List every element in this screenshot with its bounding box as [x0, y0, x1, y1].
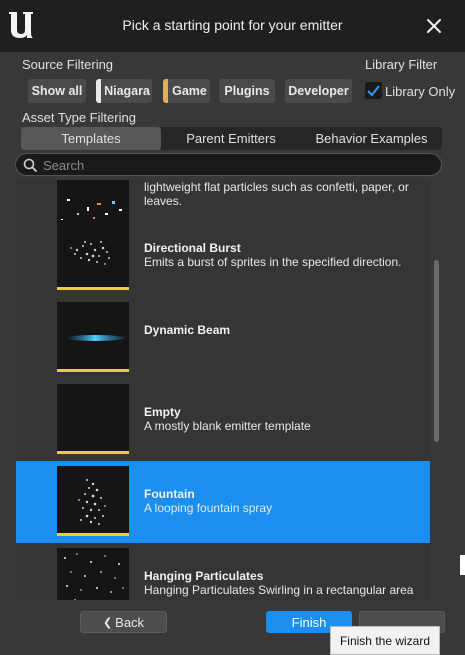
- list-scrollbar-thumb[interactable]: [434, 260, 439, 442]
- search-box: [15, 153, 442, 176]
- source-filtering-label: Source Filtering: [22, 57, 114, 72]
- game-color-stripe: [163, 79, 168, 103]
- emitter-description: Emits a burst of sprites in the specifie…: [144, 255, 402, 269]
- tab-behavior-examples[interactable]: Behavior Examples: [301, 127, 442, 150]
- unreal-logo-icon: [9, 12, 33, 38]
- filter-developer-button[interactable]: Developer: [285, 79, 352, 103]
- dialog-title: Pick a starting point for your emitter: [122, 17, 343, 33]
- thumbnail-accent-bar: [57, 369, 129, 372]
- search-input[interactable]: [43, 156, 423, 174]
- emitter-description: lightweight flat particles such as confe…: [144, 180, 409, 208]
- emitter-thumbnail: [57, 220, 129, 290]
- asset-type-filtering-label: Asset Type Filtering: [22, 110, 136, 125]
- filter-button-label: Developer: [288, 84, 349, 98]
- particulates-preview-icon: [64, 553, 124, 600]
- fountain-preview-icon: [78, 479, 106, 525]
- filter-show-all-button[interactable]: Show all: [28, 79, 86, 103]
- list-item-dynamic-beam[interactable]: Dynamic Beam: [16, 299, 430, 381]
- title-bar: Pick a starting point for your emitter: [0, 0, 465, 52]
- list-item-hanging-particulates[interactable]: Hanging Particulates Hanging Particulate…: [16, 545, 430, 600]
- background-edge: [460, 555, 465, 575]
- beam-preview-icon: [65, 335, 125, 341]
- emitter-thumbnail: [57, 302, 129, 372]
- emitter-title: Empty: [144, 405, 181, 419]
- emitter-title: Hanging Particulates: [144, 569, 264, 583]
- checkmark-icon: [367, 85, 380, 97]
- emitter-thumbnail: [57, 548, 129, 600]
- filter-button-label: Plugins: [224, 84, 270, 98]
- filter-niagara-button[interactable]: Niagara: [96, 79, 152, 103]
- emitter-title: Directional Burst: [144, 241, 241, 255]
- emitter-description: Hanging Particulates Swirling in a recta…: [144, 583, 414, 597]
- filter-game-button[interactable]: Game: [163, 79, 210, 103]
- emitter-thumbnail: [57, 466, 129, 536]
- niagara-color-stripe: [96, 79, 101, 103]
- filter-button-label: Show all: [31, 84, 83, 98]
- emitter-description: A mostly blank emitter template: [144, 419, 311, 433]
- back-chevron-icon: ❮: [102, 616, 113, 629]
- emitter-list: lightweight flat particles such as confe…: [16, 180, 430, 600]
- filter-button-label: Niagara: [104, 84, 150, 98]
- list-item-directional-burst[interactable]: Directional Burst Emits a burst of sprit…: [16, 217, 430, 299]
- tab-parent-emitters[interactable]: Parent Emitters: [161, 127, 301, 150]
- close-icon[interactable]: [424, 16, 444, 36]
- search-icon: [23, 158, 37, 172]
- asset-type-tabs: Templates Parent Emitters Behavior Examp…: [21, 127, 442, 150]
- list-item-empty[interactable]: Empty A mostly blank emitter template: [16, 381, 430, 463]
- emitter-wizard-dialog: Pick a starting point for your emitter S…: [0, 0, 465, 655]
- tab-templates[interactable]: Templates: [21, 127, 161, 150]
- emitter-description: A looping fountain spray: [144, 501, 273, 515]
- finish-button-label: Finish: [291, 614, 327, 630]
- thumbnail-accent-bar: [57, 451, 129, 454]
- library-only-label: Library Only: [385, 84, 456, 99]
- filter-button-label: Game: [172, 84, 207, 98]
- emitter-title: Dynamic Beam: [144, 323, 231, 337]
- burst-preview-icon: [70, 241, 110, 265]
- thumbnail-accent-bar: [57, 533, 129, 536]
- filter-plugins-button[interactable]: Plugins: [219, 79, 275, 103]
- list-item-fountain[interactable]: Fountain A looping fountain spray: [16, 461, 430, 543]
- back-button-label: Back: [115, 614, 145, 630]
- library-filter-label: Library Filter: [365, 57, 438, 72]
- emitter-title: Fountain: [144, 487, 195, 501]
- library-only-checkbox[interactable]: [365, 82, 382, 99]
- thumbnail-accent-bar: [57, 287, 129, 290]
- finish-tooltip: Finish the wizard: [330, 626, 440, 655]
- emitter-thumbnail: [57, 384, 129, 454]
- back-button[interactable]: ❮ Back: [80, 611, 167, 633]
